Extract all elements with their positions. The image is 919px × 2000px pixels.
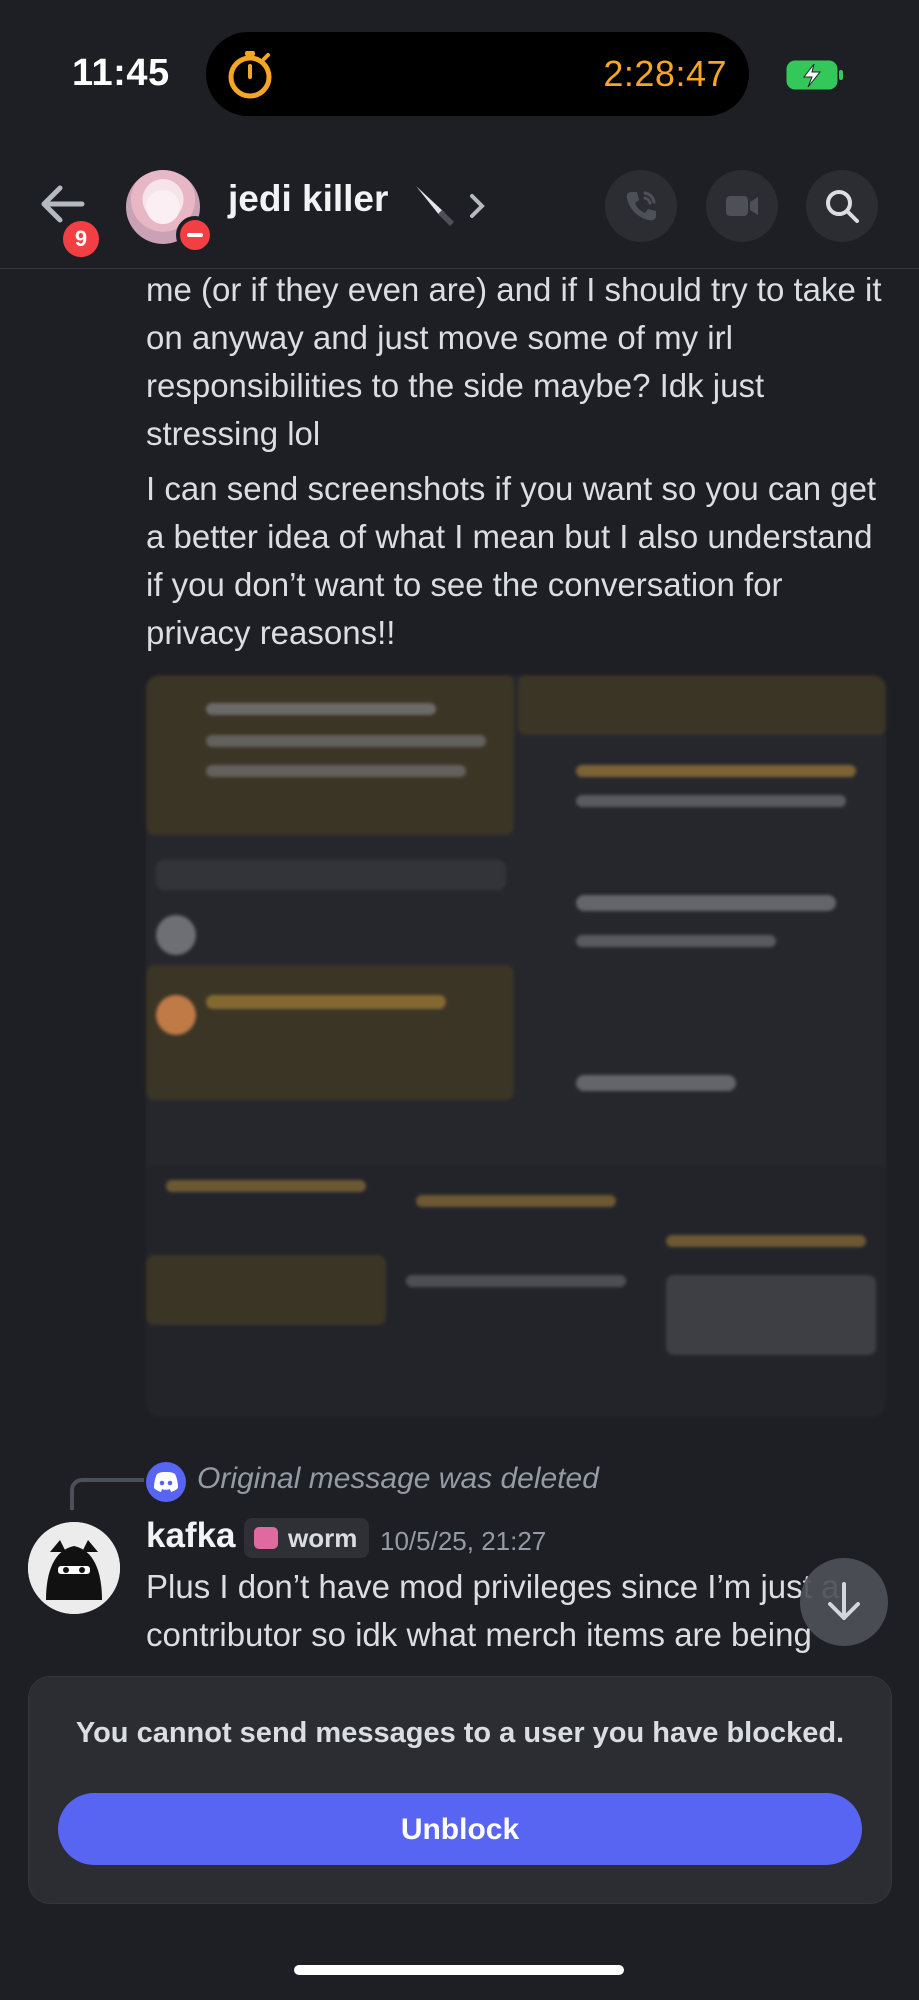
video-icon <box>726 196 758 216</box>
call-button[interactable] <box>605 170 677 242</box>
battery-charging-icon <box>786 60 843 90</box>
message-text: Plus I don’t have mod privileges since I… <box>146 1568 839 1653</box>
message-text: me (or if they even are) and if I should… <box>146 271 882 452</box>
status-bar: 11:45 2:28:47 <box>0 0 919 140</box>
blocked-status-icon <box>176 216 214 254</box>
deleted-reply-notice: Original message was deleted <box>197 1462 599 1495</box>
status-time: 11:45 <box>72 52 170 94</box>
user-tag-badge: worm <box>244 1518 370 1558</box>
timer-readout: 2:28:47 <box>603 53 727 94</box>
blurred-screenshots-image[interactable] <box>146 675 886 1417</box>
unblock-button[interactable]: Unblock <box>58 1793 862 1865</box>
page-title[interactable]: jedi killer <box>228 178 388 220</box>
message-text: I can send screenshots if you want so yo… <box>146 470 877 651</box>
unread-badge: 9 <box>60 218 102 260</box>
dynamic-island[interactable]: 2:28:47 <box>206 32 749 116</box>
message-author[interactable]: kafka <box>146 1516 236 1556</box>
dm-header: 9 jedi killer <box>0 140 919 269</box>
stopwatch-icon <box>228 51 272 99</box>
search-icon <box>826 190 859 223</box>
chevron-right-icon[interactable] <box>466 188 490 224</box>
search-button[interactable] <box>806 170 878 242</box>
message-timestamp: 10/5/25, 21:27 <box>380 1526 547 1556</box>
user-avatar-art <box>28 1522 120 1614</box>
reply-connector <box>70 1478 144 1510</box>
arrow-down-icon <box>828 1582 860 1620</box>
call-icon <box>626 191 656 221</box>
blocked-user-panel: You cannot send messages to a user you h… <box>28 1676 892 1904</box>
jump-to-present-button[interactable] <box>800 1558 888 1646</box>
video-button[interactable] <box>706 170 778 242</box>
blocked-message: You cannot send messages to a user you h… <box>75 1717 845 1749</box>
discord-logo-icon <box>146 1462 186 1502</box>
knife-icon <box>416 186 454 226</box>
home-indicator[interactable] <box>294 1965 624 1975</box>
avatar[interactable] <box>28 1522 120 1614</box>
